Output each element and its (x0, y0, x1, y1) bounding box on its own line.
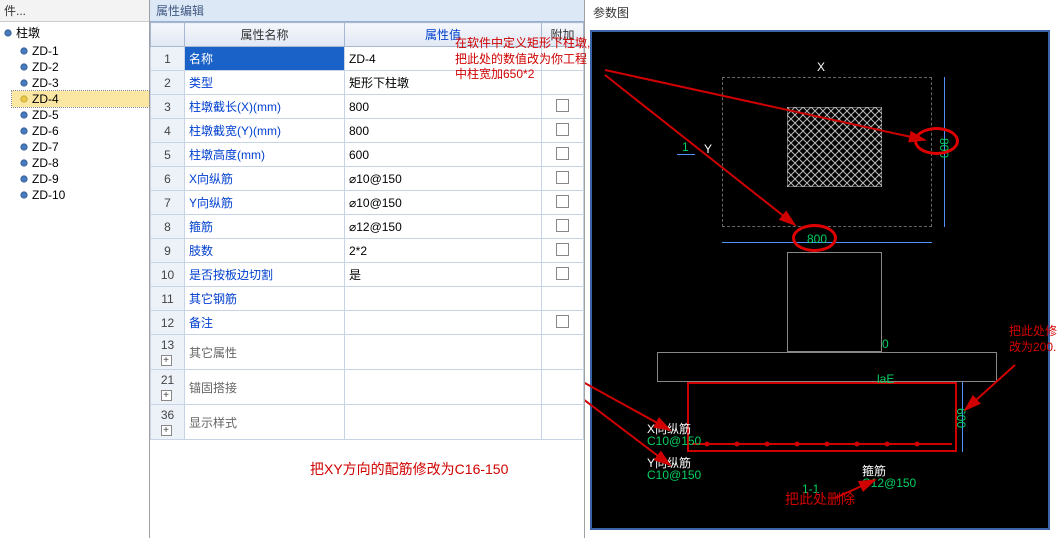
prop-row-4[interactable]: 4柱墩截宽(Y)(mm)800 (151, 119, 584, 143)
prop-value[interactable]: 是 (345, 263, 542, 287)
prop-name[interactable]: 名称 (185, 47, 345, 71)
prop-value[interactable]: 800 (345, 95, 542, 119)
annotation-xy-rebar: 把XY方向的配筋修改为C16-150 (310, 460, 584, 478)
prop-name[interactable]: 其它属性 (185, 335, 345, 370)
prop-name[interactable]: 备注 (185, 311, 345, 335)
prop-row-21[interactable]: 21 +锚固搭接 (151, 370, 584, 405)
prop-row-5[interactable]: 5柱墩高度(mm)600 (151, 143, 584, 167)
prop-name[interactable]: 类型 (185, 71, 345, 95)
prop-row-7[interactable]: 7Y向纵筋⌀10@150 (151, 191, 584, 215)
expand-icon[interactable]: + (161, 390, 172, 401)
tree-item-zd-5[interactable]: ZD-5 (12, 107, 149, 123)
tree-item-zd-7[interactable]: ZD-7 (12, 139, 149, 155)
prop-value[interactable]: 800 (345, 119, 542, 143)
tree-item-zd-4[interactable]: ZD-4 (12, 91, 149, 107)
prop-value[interactable] (345, 370, 542, 405)
highlight-ellipse-x800 (792, 224, 837, 252)
prop-value[interactable] (345, 311, 542, 335)
prop-row-8[interactable]: 8箍筋⌀12@150 (151, 215, 584, 239)
header-blank (151, 23, 185, 47)
header-name: 属性名称 (185, 23, 345, 47)
expand-icon[interactable]: + (161, 425, 172, 436)
tree-root[interactable]: 柱墩 (0, 22, 149, 43)
diagram-title: 参数图 (585, 0, 1061, 25)
header-extra: 附加 (542, 23, 584, 47)
checkbox[interactable] (556, 243, 569, 256)
prop-value[interactable]: ⌀10@150 (345, 167, 542, 191)
checkbox[interactable] (556, 123, 569, 136)
tree-item-zd-8[interactable]: ZD-8 (12, 155, 149, 171)
component-tree-panel: 件... 柱墩 ZD-1ZD-2ZD-3ZD-4ZD-5ZD-6ZD-7ZD-8… (0, 0, 150, 538)
prop-row-36[interactable]: 36 +显示样式 (151, 405, 584, 440)
tree-header: 件... (0, 0, 149, 22)
checkbox[interactable] (556, 147, 569, 160)
tree-item-zd-1[interactable]: ZD-1 (12, 43, 149, 59)
tree-item-zd-9[interactable]: ZD-9 (12, 171, 149, 187)
dim-600: 600 (954, 408, 968, 428)
header-value: 属性值 (345, 23, 542, 47)
tree-root-label: 柱墩 (16, 24, 40, 41)
checkbox[interactable] (556, 315, 569, 328)
prop-name[interactable]: 箍筋 (185, 215, 345, 239)
prop-row-2[interactable]: 2类型矩形下柱墩 (151, 71, 584, 95)
prop-value[interactable]: ⌀10@150 (345, 191, 542, 215)
property-table: 属性名称 属性值 附加 1名称ZD-42类型矩形下柱墩3柱墩截长(X)(mm)8… (150, 22, 584, 440)
expand-icon[interactable]: + (161, 355, 172, 366)
prop-value[interactable] (345, 405, 542, 440)
prop-name[interactable]: 锚固搭接 (185, 370, 345, 405)
highlight-ellipse-y800 (914, 127, 959, 155)
diagram-panel: 参数图 X Y 1 800 800 0 (585, 0, 1061, 538)
prop-row-6[interactable]: 6X向纵筋⌀10@150 (151, 167, 584, 191)
checkbox[interactable] (556, 195, 569, 208)
dim-x-label: X (817, 60, 825, 74)
checkbox[interactable] (556, 171, 569, 184)
stirrup-value: C12@150 (862, 476, 916, 490)
y-rebar-value: C10@150 (647, 468, 701, 482)
prop-value[interactable] (345, 335, 542, 370)
prop-name[interactable]: 其它钢筋 (185, 287, 345, 311)
checkbox[interactable] (556, 267, 569, 280)
prop-name[interactable]: Y向纵筋 (185, 191, 345, 215)
prop-value[interactable]: ⌀12@150 (345, 215, 542, 239)
prop-row-9[interactable]: 9肢数2*2 (151, 239, 584, 263)
prop-row-10[interactable]: 10是否按板边切割是 (151, 263, 584, 287)
prop-row-13[interactable]: 13 +其它属性 (151, 335, 584, 370)
prop-value[interactable]: 2*2 (345, 239, 542, 263)
prop-value[interactable]: ZD-4 (345, 47, 542, 71)
tree-item-zd-6[interactable]: ZD-6 (12, 123, 149, 139)
checkbox[interactable] (556, 99, 569, 112)
checkbox[interactable] (556, 219, 569, 232)
prop-name[interactable]: 柱墩截宽(Y)(mm) (185, 119, 345, 143)
x-rebar-value: C10@150 (647, 434, 701, 448)
prop-value[interactable] (345, 287, 542, 311)
dim-tick-1: 1 (682, 140, 689, 154)
prop-row-1[interactable]: 1名称ZD-4 (151, 47, 584, 71)
prop-row-11[interactable]: 11其它钢筋 (151, 287, 584, 311)
dim-y-label: Y (704, 142, 712, 156)
prop-name[interactable]: 肢数 (185, 239, 345, 263)
prop-name[interactable]: 是否按板边切割 (185, 263, 345, 287)
prop-value[interactable]: 600 (345, 143, 542, 167)
prop-name[interactable]: 柱墩高度(mm) (185, 143, 345, 167)
zero-label: 0 (882, 337, 889, 351)
property-panel: 属性编辑 属性名称 属性值 附加 1名称ZD-42类型矩形下柱墩3柱墩截长(X)… (150, 0, 585, 538)
prop-name[interactable]: 显示样式 (185, 405, 345, 440)
prop-name[interactable]: X向纵筋 (185, 167, 345, 191)
prop-row-3[interactable]: 3柱墩截长(X)(mm)800 (151, 95, 584, 119)
property-tab[interactable]: 属性编辑 (150, 0, 584, 22)
diagram-canvas: X Y 1 800 800 0 (590, 30, 1050, 530)
tree-item-zd-10[interactable]: ZD-10 (12, 187, 149, 203)
lae-label: laE (877, 372, 894, 386)
tree-item-zd-3[interactable]: ZD-3 (12, 75, 149, 91)
prop-value[interactable]: 矩形下柱墩 (345, 71, 542, 95)
tree-item-zd-2[interactable]: ZD-2 (12, 59, 149, 75)
prop-row-12[interactable]: 12备注 (151, 311, 584, 335)
section-label: 1-1 (802, 482, 819, 496)
prop-name[interactable]: 柱墩截长(X)(mm) (185, 95, 345, 119)
